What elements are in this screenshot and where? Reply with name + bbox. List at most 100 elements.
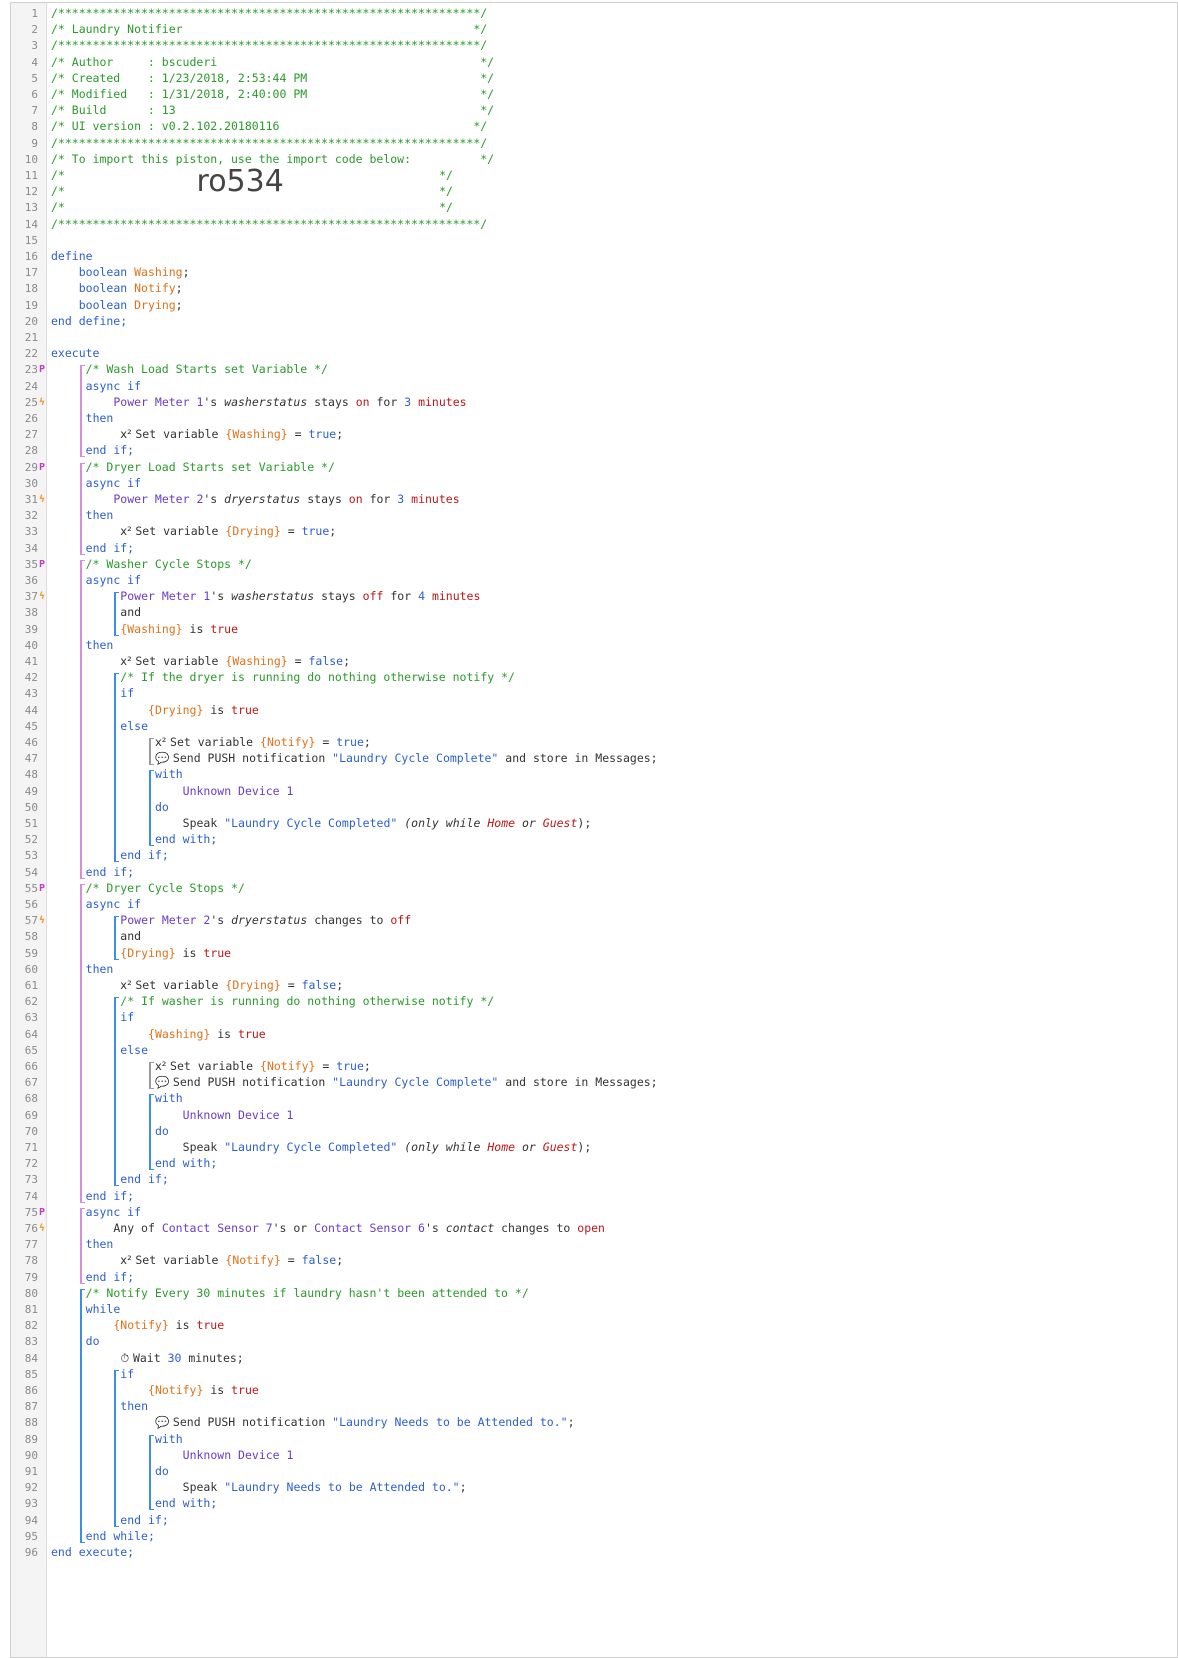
variable-ref: {Notify} [113, 1318, 169, 1333]
code-token: */ [439, 184, 453, 199]
line-number: 93 [24, 1497, 38, 1511]
header-border: /***************************************… [51, 37, 487, 54]
code-line: end if; [120, 847, 168, 864]
code-line: x² Set variable {Notify} = false; [120, 1253, 344, 1268]
line-number: 44 [24, 703, 38, 717]
code-token: 3 [397, 492, 405, 506]
code-token: /* Dryer Load Starts set Variable */ [85, 459, 335, 474]
variable-declaration: boolean Washing; [78, 265, 190, 280]
variable-declaration: boolean Notify; [78, 281, 183, 296]
variable-ref: {Drying} [225, 524, 281, 539]
device-name: Contact Sensor 6 [314, 1221, 425, 1235]
code-token: end if; [120, 1172, 169, 1187]
code-token: boolean [78, 281, 128, 296]
code-token: /* UI version : v0.2.102.20180116 */ [51, 119, 488, 134]
line-number: 80 [24, 1286, 38, 1300]
code-token: end if; [85, 540, 135, 555]
device-name: Power Meter 2 [120, 913, 211, 928]
code-token: true [210, 621, 239, 636]
line-number: 40 [24, 638, 38, 652]
line-number: 52 [24, 833, 38, 847]
code-line: /* Dryer Cycle Stops */ [86, 880, 245, 897]
trigger-bolt-icon: ϟ [39, 915, 46, 927]
line-number: 77 [24, 1238, 38, 1252]
code-token: end if; [120, 1512, 169, 1527]
piston-modified: /* Modified : 1/31/2018, 2:40:00 PM */ [51, 86, 494, 103]
line-number: 69 [24, 1108, 38, 1122]
line-number: 96 [24, 1546, 38, 1559]
code-line: do [86, 1333, 100, 1350]
line-number: 73 [24, 1173, 38, 1187]
code-line: with [155, 1090, 183, 1107]
line-number: 14 [24, 217, 38, 231]
code-token: if [120, 1366, 135, 1381]
comment-close: */ [439, 167, 453, 184]
line-number: 51 [24, 817, 38, 830]
line-number: 82 [24, 1319, 38, 1333]
piston-author: /* Author : bscuderi */ [51, 54, 494, 71]
piston-title: /* Laundry Notifier */ [51, 21, 487, 38]
line-number: 1 [31, 7, 38, 20]
line-number: 9 [31, 136, 38, 150]
line-number: 60 [24, 962, 38, 976]
code-line: {Drying} is true [120, 945, 232, 960]
line-number: 3 [31, 39, 38, 53]
line-number: 35 [24, 557, 38, 571]
code-token: end if; [85, 443, 135, 458]
line-number: 83 [24, 1335, 38, 1349]
block-contact-sensors [79, 1207, 85, 1284]
code-token: end if; [85, 864, 135, 879]
code-token: else [120, 718, 148, 733]
code-token: true [231, 1383, 259, 1397]
parallel-marker-icon: P [39, 461, 46, 473]
line-number: 27 [24, 428, 38, 442]
piston-created: /* Created : 1/23/2018, 2:53:44 PM */ [51, 70, 494, 87]
if-block [114, 673, 120, 863]
variable-ref: {Notify} [260, 1059, 316, 1073]
code-token: end if; [85, 1269, 135, 1284]
code-token: Home [487, 1140, 516, 1154]
end-execute: end execute; [51, 1544, 134, 1561]
code-line: end if; [120, 1512, 168, 1529]
code-token: /* Dryer Cycle Stops */ [85, 880, 245, 895]
code-token: async if [85, 475, 142, 490]
set-variable-icon: x² [154, 1059, 171, 1073]
code-token: end while; [85, 1528, 155, 1543]
line-number: 39 [24, 622, 38, 636]
message-text: "Laundry Cycle Completed" [224, 816, 398, 830]
line-number: 56 [24, 898, 38, 911]
code-token: /* [51, 184, 65, 199]
code-token: Home [487, 816, 516, 830]
code-line: ⏱ Wait 30 minutes; [120, 1350, 244, 1365]
code-token: /***************************************… [51, 216, 488, 231]
code-token: /* If washer is running do nothing other… [120, 994, 495, 1009]
piston-ui-version: /* UI version : v0.2.102.20180116 */ [51, 118, 487, 135]
code-token: Guest [542, 816, 578, 830]
line-number: 32 [24, 509, 38, 523]
line-number: 64 [24, 1027, 38, 1041]
code-token: then [85, 637, 114, 652]
line-number: 53 [24, 849, 38, 863]
line-number: 88 [24, 1416, 38, 1430]
line-number: 75 [24, 1205, 38, 1219]
code-token: /* If the dryer is running do nothing ot… [120, 670, 515, 685]
line-number: 72 [24, 1157, 38, 1171]
code-token: true [301, 524, 330, 539]
code-line: /* Washer Cycle Stops */ [86, 556, 252, 573]
code-line: then [86, 637, 114, 654]
code-line: x² Set variable {Notify} = true; [154, 1059, 371, 1073]
code-token: minutes [411, 492, 460, 506]
code-token: /* Wash Load Starts set Variable */ [85, 362, 328, 377]
code-token: false [301, 978, 337, 992]
code-token: /* Notify Every 30 minutes if laundry ha… [85, 1285, 529, 1300]
code-line: Unknown Device 1 [183, 1447, 294, 1464]
message-text: "Laundry Needs to be Attended to." [224, 1480, 460, 1495]
variable-ref: {Drying} [148, 702, 204, 717]
line-number: 95 [24, 1529, 38, 1543]
line-number: 23 [24, 363, 38, 377]
line-number: 25 [24, 395, 38, 409]
variable-ref: {Drying} [120, 945, 176, 960]
line-number: 63 [24, 1011, 38, 1025]
code-line: /* Notify Every 30 minutes if laundry ha… [86, 1285, 529, 1302]
parallel-marker-icon: P [39, 558, 46, 570]
